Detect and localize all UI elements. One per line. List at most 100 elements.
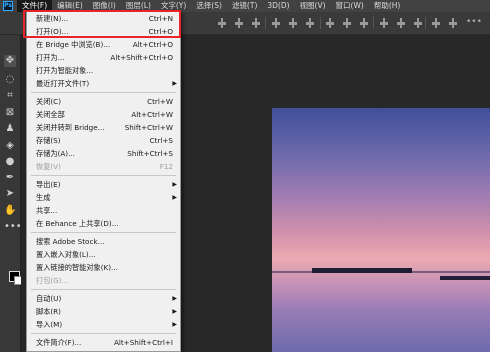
file-menu-item[interactable]: 打开(O)... Ctrl+O [27,26,180,38]
options-divider [425,17,426,29]
menu-item-label: 生成 [36,193,51,202]
align-option-icon[interactable] [235,18,243,28]
file-menu-item[interactable]: 打开为... Alt+Shift+Ctrl+O [27,52,180,64]
menu-item-shortcut: Alt+Shift+Ctrl+O [110,53,173,62]
menu-item-label: 置入链接的智能对象(K)... [36,263,118,272]
menu-item-label: 存储(S) [36,136,61,145]
menu-item-shortcut: Ctrl+S [149,136,173,145]
blur-tool-icon[interactable]: ● [4,156,16,168]
menu-item-label: 搜索 Adobe Stock... [36,237,105,246]
menu-separator [31,175,176,176]
align-option-icon[interactable] [326,18,334,28]
align-option-icon[interactable] [272,18,280,28]
file-menu-item[interactable]: 自动(U) ▶ [27,293,180,305]
file-menu-item[interactable]: 导出(E) ▶ [27,179,180,191]
file-menu-item[interactable]: 脚本(R) ▶ [27,306,180,318]
water-reflection [272,280,490,352]
file-menu-item[interactable]: 最近打开文件(T) ▶ [27,78,180,90]
align-option-icon[interactable] [306,18,314,28]
menu-item-label: 在 Bridge 中浏览(B)... [36,40,111,49]
submenu-arrow-icon: ▶ [172,181,177,188]
align-option-icon[interactable] [252,18,260,28]
stamp-tool-icon[interactable]: ♟ [4,123,16,135]
menu-item-label: 关闭全部 [36,110,65,119]
path-select-tool-icon[interactable]: ➤ [4,188,16,200]
menu-item-shortcut: Ctrl+O [148,27,173,36]
file-menu-item[interactable]: 存储(S) Ctrl+S [27,135,180,147]
photoshop-logo-icon: Ps [3,1,13,11]
align-option-icon[interactable] [343,18,351,28]
file-menu-item[interactable]: 打开为智能对象... [27,65,180,77]
align-option-icon[interactable] [289,18,297,28]
menu-item-label: 恢复(V) [36,162,61,171]
menu-item-label: 置入嵌入对象(L)... [36,250,96,259]
file-menu-item[interactable]: 关闭并转到 Bridge... Shift+Ctrl+W [27,122,180,134]
menu-item-label: 在 Behance 上共享(D)... [36,219,119,228]
file-menu-item[interactable]: 关闭(C) Ctrl+W [27,96,180,108]
file-menu-item[interactable]: 关闭全部 Alt+Ctrl+W [27,109,180,121]
menu-item-shortcut: Shift+Ctrl+S [127,149,173,158]
menu-item-9[interactable]: 窗口(W) [331,0,369,12]
menu-item-5[interactable]: 选择(S) [191,0,227,12]
submenu-arrow-icon: ▶ [172,295,177,302]
align-option-icon[interactable] [432,18,440,28]
menu-item-shortcut: Shift+Ctrl+W [124,123,173,132]
menu-separator [31,289,176,290]
file-menu-item[interactable]: 新建(N)... Ctrl+N [27,13,180,25]
crop-tool-icon[interactable]: ⌗ [4,90,16,102]
file-menu-dropdown: 新建(N)... Ctrl+N 打开(O)... Ctrl+O 在 Bridge 中浏览… [26,11,181,352]
menu-item-shortcut: Ctrl+N [148,14,173,23]
menu-item-label: 打开为智能对象... [36,66,94,75]
align-option-icon[interactable] [449,18,457,28]
menu-item-label: 关闭(C) [36,97,62,106]
menu-item-7[interactable]: 3D(D) [262,0,294,12]
file-menu-item[interactable]: 置入链接的智能对象(K)... [27,262,180,274]
menu-item-8[interactable]: 视图(V) [295,0,331,12]
file-menu-item[interactable]: 导入(M) ▶ [27,319,180,331]
file-menu-item[interactable]: 文件简介(F)... Alt+Shift+Ctrl+I [27,337,180,349]
menu-item-shortcut: Alt+Shift+Ctrl+I [113,338,173,347]
submenu-arrow-icon: ▶ [172,308,177,315]
hand-tool-icon[interactable]: ✋ [4,205,16,217]
file-menu-item[interactable]: 在 Bridge 中浏览(B)... Alt+Ctrl+O [27,39,180,51]
align-option-icon[interactable] [397,18,405,28]
file-menu-item[interactable]: 置入嵌入对象(L)... [27,249,180,261]
menu-item-shortcut: Alt+Ctrl+O [132,40,173,49]
menu-item-shortcut: Alt+Ctrl+W [131,110,173,119]
align-option-icon[interactable] [414,18,422,28]
menu-item-6[interactable]: 滤镜(T) [227,0,262,12]
file-menu-item[interactable]: 生成 ▶ [27,192,180,204]
menu-item-label: 打开(O)... [36,27,69,36]
more-options-icon[interactable]: ••• [466,17,482,27]
file-menu-item: 打包(G)... [27,275,180,287]
align-option-icon[interactable] [360,18,368,28]
align-option-icon[interactable] [380,18,388,28]
frame-tool-icon[interactable]: ⊠ [4,107,16,119]
file-menu-item: 恢复(V) F12 [27,161,180,173]
file-menu-item[interactable]: 搜索 Adobe Stock... [27,236,180,248]
menu-item-label: 自动(U) [36,294,62,303]
move-tool-icon[interactable]: ✥ [4,55,16,67]
document-image[interactable] [272,108,490,352]
file-menu-item[interactable]: 在 Behance 上共享(D)... [27,218,180,230]
menu-item-label: 新建(N)... [36,14,69,23]
menu-item-10[interactable]: 帮助(H) [369,0,406,12]
file-menu-item[interactable]: 共享... [27,205,180,217]
toolbox-panel: ✥ ◌ ⌗ ⊠ ♟ ◈ ● ✒ ➤ ✋ ••• [0,35,23,352]
menu-item-label: 打包(G)... [36,276,69,285]
align-option-icon[interactable] [218,18,226,28]
menu-item-label: 导入(M) [36,320,63,329]
menu-item-label: 存储为(A)... [36,149,75,158]
eraser-tool-icon[interactable]: ◈ [4,140,16,152]
menu-item-label: 关闭并转到 Bridge... [36,123,105,132]
menu-item-label: 脚本(R) [36,307,61,316]
edit-toolbar-icon[interactable]: ••• [4,221,22,233]
lasso-tool-icon[interactable]: ◌ [4,74,16,86]
options-divider [320,17,321,29]
menu-item-label: 最近打开文件(T) [36,79,90,88]
file-menu-item[interactable]: 存储为(A)... Shift+Ctrl+S [27,148,180,160]
pen-tool-icon[interactable]: ✒ [4,172,16,184]
menu-item-label: 导出(E) [36,180,61,189]
menu-separator [31,232,176,233]
submenu-arrow-icon: ▶ [172,321,177,328]
